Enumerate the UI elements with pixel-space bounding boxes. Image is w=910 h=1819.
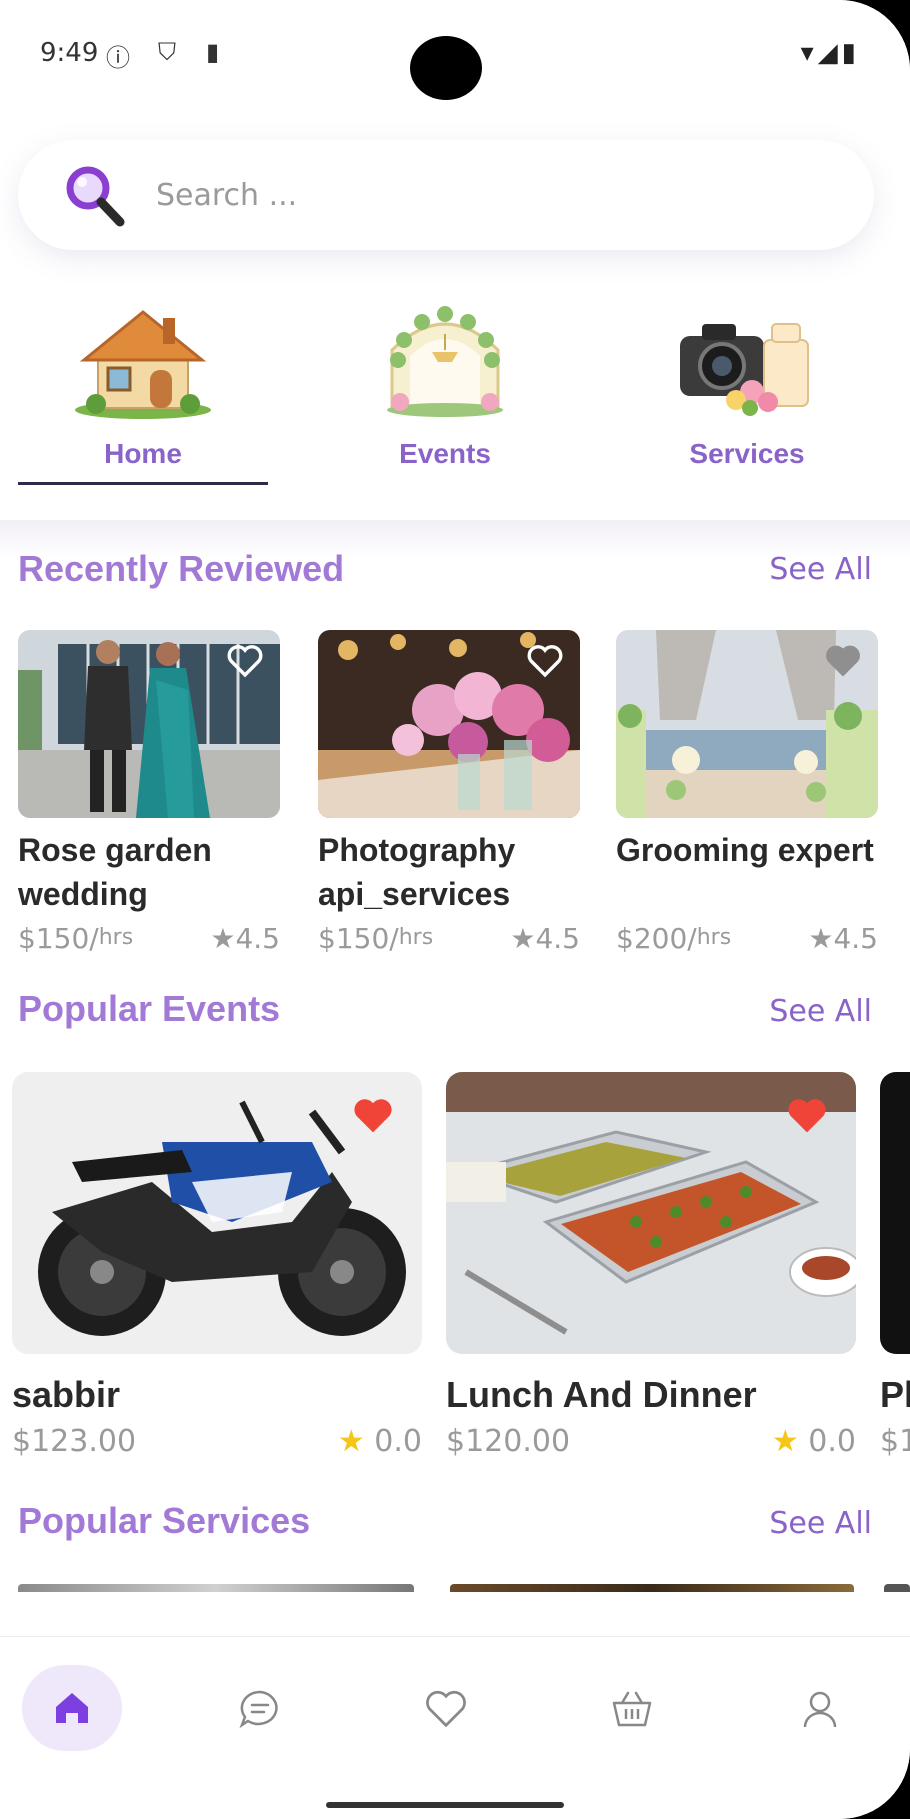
see-all-recently-reviewed[interactable]: See All — [769, 552, 872, 587]
service-card-image[interactable] — [884, 1584, 910, 1592]
tab-label: Home — [104, 438, 182, 469]
card-price: $120.00 — [446, 1424, 571, 1459]
search-icon — [66, 166, 125, 227]
card-title: Rose garden wedding — [18, 832, 212, 912]
nav-profile[interactable] — [770, 1665, 870, 1751]
signal-battery-icon: ▾◢▮ — [800, 38, 860, 68]
recently-reviewed-card[interactable]: Rose garden wedding $150/hrs ★4.5 — [18, 630, 280, 960]
star-icon: ★ — [210, 922, 236, 955]
status-time: 9:49 — [40, 38, 99, 68]
app-screen: 9:49 ⓘ ⛉ ▮ ▾◢▮ Home — [0, 0, 910, 1819]
heart-icon[interactable] — [350, 1096, 396, 1136]
popular-event-card[interactable]: Pl $1 — [880, 1072, 910, 1472]
card-rating: ★ 0.0 — [337, 1424, 422, 1459]
star-icon: ★ — [808, 922, 834, 955]
home-indicator — [326, 1802, 564, 1808]
nav-chat[interactable] — [208, 1665, 308, 1751]
wedding-arch-icon — [387, 306, 503, 417]
shield-icon: ⛉ — [158, 38, 176, 66]
camera-cutout — [410, 36, 482, 100]
tab-services[interactable]: Services — [622, 300, 872, 490]
info-icon: ⓘ — [106, 44, 130, 72]
bottom-navigation — [0, 1636, 910, 1819]
nav-home[interactable] — [22, 1665, 122, 1751]
card-rating: ★4.5 — [510, 922, 580, 955]
heart-icon[interactable] — [226, 644, 264, 678]
tab-events[interactable]: Events — [320, 300, 570, 490]
card-title: Grooming expert — [616, 832, 874, 868]
popular-event-card[interactable]: Lunch And Dinner $120.00 ★ 0.0 — [446, 1072, 856, 1472]
status-bar: 9:49 ⓘ ⛉ ▮ ▾◢▮ — [0, 0, 910, 100]
search-input[interactable] — [156, 170, 836, 220]
recently-reviewed-card[interactable]: Grooming expert $200/hrs ★4.5 — [616, 630, 878, 960]
popular-event-card[interactable]: sabbir $123.00 ★ 0.0 — [12, 1072, 422, 1472]
heart-icon[interactable] — [784, 1096, 830, 1136]
card-title: sabbir — [12, 1374, 121, 1415]
card-rating: ★4.5 — [210, 922, 280, 955]
nav-favorites[interactable] — [394, 1665, 494, 1751]
see-all-popular-events[interactable]: See All — [769, 994, 872, 1029]
section-title-popular-services: Popular Services — [18, 1500, 311, 1541]
card-rating: ★ 0.0 — [771, 1424, 856, 1459]
tab-selected-indicator — [18, 482, 268, 485]
service-card-image[interactable] — [18, 1584, 414, 1592]
tab-label: Events — [399, 438, 491, 469]
service-card-image[interactable] — [450, 1584, 854, 1592]
card-image — [880, 1072, 910, 1354]
card-title: Lunch And Dinner — [446, 1374, 757, 1415]
heart-icon[interactable] — [824, 644, 862, 678]
camera-cake-icon — [680, 323, 809, 416]
see-all-popular-services[interactable]: See All — [769, 1506, 872, 1541]
search-bar[interactable] — [18, 140, 874, 250]
basket-icon — [612, 1691, 652, 1727]
card-price: $150/hrs — [318, 922, 434, 955]
card-price: $123.00 — [12, 1424, 137, 1459]
star-icon: ★ — [510, 922, 536, 955]
card-title: Pl — [880, 1374, 910, 1415]
recently-reviewed-card[interactable]: Photography api_services $150/hrs ★4.5 — [318, 630, 580, 960]
tab-home[interactable]: Home — [18, 300, 268, 490]
card-title: Photography api_services — [318, 832, 516, 912]
house-icon — [75, 310, 211, 419]
nav-cart[interactable] — [580, 1665, 680, 1751]
star-icon: ★ — [337, 1424, 365, 1459]
tab-label: Services — [689, 438, 805, 469]
section-title-recently-reviewed: Recently Reviewed — [18, 548, 345, 589]
card-price: $200/hrs — [616, 922, 732, 955]
section-title-popular-events: Popular Events — [18, 988, 281, 1029]
home-icon — [56, 1693, 88, 1723]
card-price: $1 — [880, 1424, 910, 1459]
card-rating: ★4.5 — [808, 922, 878, 955]
user-icon — [803, 1691, 837, 1728]
star-icon: ★ — [771, 1424, 799, 1459]
heart-icon[interactable] — [526, 644, 564, 678]
card-price: $150/hrs — [18, 922, 134, 955]
heart-outline-icon — [426, 1690, 466, 1728]
chat-icon — [239, 1690, 278, 1729]
sd-card-icon: ▮ — [206, 38, 220, 66]
